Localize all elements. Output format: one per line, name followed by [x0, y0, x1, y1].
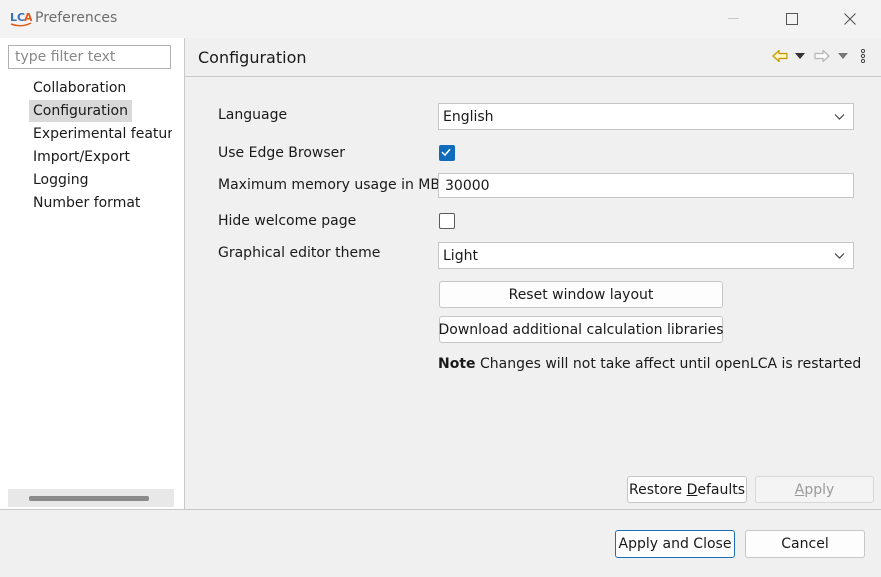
close-button[interactable] [821, 0, 879, 38]
editor-theme-label: Graphical editor theme [218, 245, 381, 261]
apply-button[interactable]: Apply [755, 476, 874, 503]
reset-window-layout-button[interactable]: Reset window layout [439, 281, 723, 308]
chevron-down-icon [834, 253, 845, 259]
forward-history-dropdown[interactable] [836, 46, 850, 66]
hide-welcome-checkbox[interactable] [439, 213, 455, 229]
max-memory-value: 30000 [445, 177, 490, 194]
restore-defaults-mnemonic: D [686, 481, 698, 498]
filter-input[interactable] [8, 45, 171, 69]
restore-defaults-label-start: Restore [628, 481, 687, 498]
scrollbar-thumb[interactable] [29, 496, 149, 501]
svg-text:A: A [24, 11, 32, 24]
maximize-icon [786, 13, 798, 25]
more-vertical-icon [860, 49, 866, 63]
back-button[interactable] [770, 46, 790, 66]
edge-browser-label: Use Edge Browser [218, 145, 346, 161]
checkmark-icon [441, 148, 451, 157]
window-title: Preferences [35, 10, 118, 26]
download-calculation-libraries-button[interactable]: Download additional calculation librarie… [438, 316, 724, 343]
chevron-down-icon [795, 53, 805, 59]
svg-text:L: L [10, 11, 17, 24]
apply-and-close-button[interactable]: Apply and Close [615, 530, 735, 558]
back-history-dropdown[interactable] [793, 46, 807, 66]
app-logo-icon: L C A [10, 9, 34, 27]
minimize-button[interactable] [705, 0, 763, 38]
max-memory-input[interactable]: 30000 [438, 173, 854, 198]
back-arrow-icon [772, 49, 788, 63]
view-menu-button[interactable] [856, 46, 870, 66]
chevron-down-icon [838, 53, 848, 59]
tree-item-import-export[interactable]: Import/Export [29, 146, 134, 168]
page-title: Configuration [198, 48, 307, 67]
close-icon [844, 13, 856, 25]
forward-button[interactable] [812, 46, 832, 66]
editor-theme-select[interactable]: Light [438, 242, 854, 269]
maximize-button[interactable] [763, 0, 821, 38]
cancel-button[interactable]: Cancel [745, 530, 865, 558]
max-memory-label: Maximum memory usage in MB [218, 177, 440, 193]
tree-item-collaboration[interactable]: Collaboration [29, 77, 130, 99]
minimize-icon [728, 18, 739, 19]
edge-browser-checkbox[interactable] [439, 145, 455, 161]
note-label: Note [438, 356, 476, 372]
tree-item-configuration[interactable]: Configuration [29, 100, 132, 122]
language-label: Language [218, 107, 288, 123]
tree-item-experimental-features[interactable]: Experimental features [29, 123, 172, 145]
chevron-down-icon [834, 114, 845, 120]
tree-item-number-format[interactable]: Number format [29, 192, 144, 214]
language-value: English [443, 108, 494, 125]
restore-defaults-button[interactable]: Restore Defaults [627, 476, 747, 503]
note-text: Changes will not take affect until openL… [475, 356, 862, 372]
apply-label-end: pply [804, 481, 835, 498]
apply-mnemonic: A [794, 481, 805, 498]
language-select[interactable]: English [438, 103, 854, 130]
restore-defaults-label-end: efaults [697, 481, 746, 498]
forward-arrow-icon [814, 49, 830, 63]
editor-theme-value: Light [443, 247, 478, 264]
hide-welcome-label: Hide welcome page [218, 213, 357, 229]
tree-item-logging[interactable]: Logging [29, 169, 93, 191]
restart-note: Note Changes will not take affect until … [438, 356, 861, 372]
